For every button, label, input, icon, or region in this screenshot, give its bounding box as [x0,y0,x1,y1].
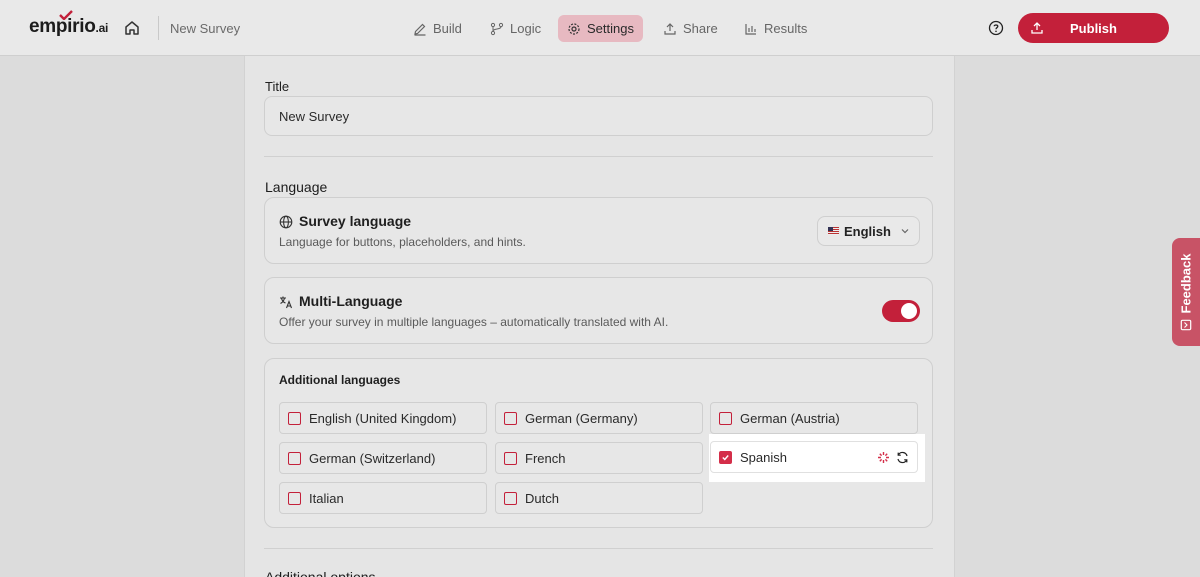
tab-logic[interactable]: Logic [481,15,550,42]
upload-icon [664,22,676,35]
title-input[interactable]: New Survey [264,96,933,136]
pencil-icon [414,23,426,36]
language-option[interactable]: Italian [279,482,487,514]
ai-sparkle-icon[interactable] [877,451,890,464]
survey-language-description: Language for buttons, placeholders, and … [279,235,526,249]
language-option-spanish[interactable]: Spanish [710,441,918,473]
feedback-tab[interactable]: Feedback [1172,238,1200,346]
tab-logic-label: Logic [510,21,542,36]
tab-settings[interactable]: Settings [558,15,643,42]
check-icon [722,454,729,461]
spanish-actions [877,451,909,464]
home-icon[interactable] [123,19,141,37]
divider [158,16,159,40]
tab-results[interactable]: Results [735,15,816,42]
language-option[interactable]: Dutch [495,482,703,514]
divider [264,156,933,157]
logo[interactable]: empirio.ai [29,10,109,38]
tab-share[interactable]: Share [654,15,727,42]
language-option-label: Spanish [740,449,787,465]
bar-chart-icon [745,23,756,35]
translate-icon [280,296,293,309]
language-option[interactable]: German (Austria) [710,402,918,434]
publish-button[interactable]: Publish [1018,13,1169,43]
language-option-label: German (Austria) [740,410,840,426]
logo-check-icon [59,10,73,20]
tab-share-label: Share [683,21,718,36]
title-label: Title [265,79,290,94]
refresh-icon[interactable] [896,451,909,464]
feedback-icon [1180,319,1192,331]
language-option[interactable]: French [495,442,703,474]
language-option-label: Italian [309,490,344,506]
tab-results-label: Results [764,21,808,36]
language-option[interactable]: English (United Kingdom) [279,402,487,434]
language-option-label: German (Germany) [525,410,638,426]
upload-icon [1031,22,1043,34]
language-heading: Language [265,179,328,195]
multi-language-title: Multi-Language [299,293,403,309]
us-flag-icon [828,227,839,235]
survey-name[interactable]: New Survey [170,21,240,36]
language-option-label: German (Switzerland) [309,450,436,466]
top-bar: empirio.ai New Survey Build Logic Settin… [0,0,1200,56]
checkbox-checked[interactable] [719,450,732,464]
language-option-label: English (United Kingdom) [309,410,457,426]
logo-suffix: .ai [95,21,109,35]
checkbox[interactable] [288,491,301,505]
language-option[interactable]: German (Germany) [495,402,703,434]
multi-language-card: Multi-Language Offer your survey in mult… [264,277,933,344]
publish-label: Publish [1070,20,1117,36]
checkbox[interactable] [288,451,301,465]
survey-language-title: Survey language [299,213,412,229]
language-option[interactable]: German (Switzerland) [279,442,487,474]
chevron-down-icon [901,229,909,234]
feedback-label-wrap: Feedback [1179,254,1194,331]
language-option-label: Dutch [525,490,559,506]
additional-languages-title: Additional languages [279,373,401,387]
checkbox[interactable] [504,411,517,425]
multi-language-description: Offer your survey in multiple languages … [279,315,669,329]
branch-icon [490,22,504,35]
checkbox[interactable] [719,411,732,425]
additional-options-heading: Additional options [265,569,376,577]
divider [264,548,933,549]
tab-build-label: Build [433,21,462,36]
feedback-label: Feedback [1178,253,1194,314]
checkbox[interactable] [504,451,517,465]
toggle-knob [901,303,917,319]
language-option-label: French [525,450,566,466]
survey-language-value: English [844,223,891,239]
multi-language-toggle[interactable] [882,300,920,322]
survey-language-select[interactable]: English [817,216,920,246]
help-icon[interactable] [988,20,1004,36]
checkbox[interactable] [504,491,517,505]
gear-icon [568,22,580,35]
tab-settings-label: Settings [587,21,634,36]
checkbox[interactable] [288,411,301,425]
globe-icon [279,215,293,229]
survey-language-card: Survey language Language for buttons, pl… [264,197,933,264]
tab-build[interactable]: Build [404,15,471,42]
